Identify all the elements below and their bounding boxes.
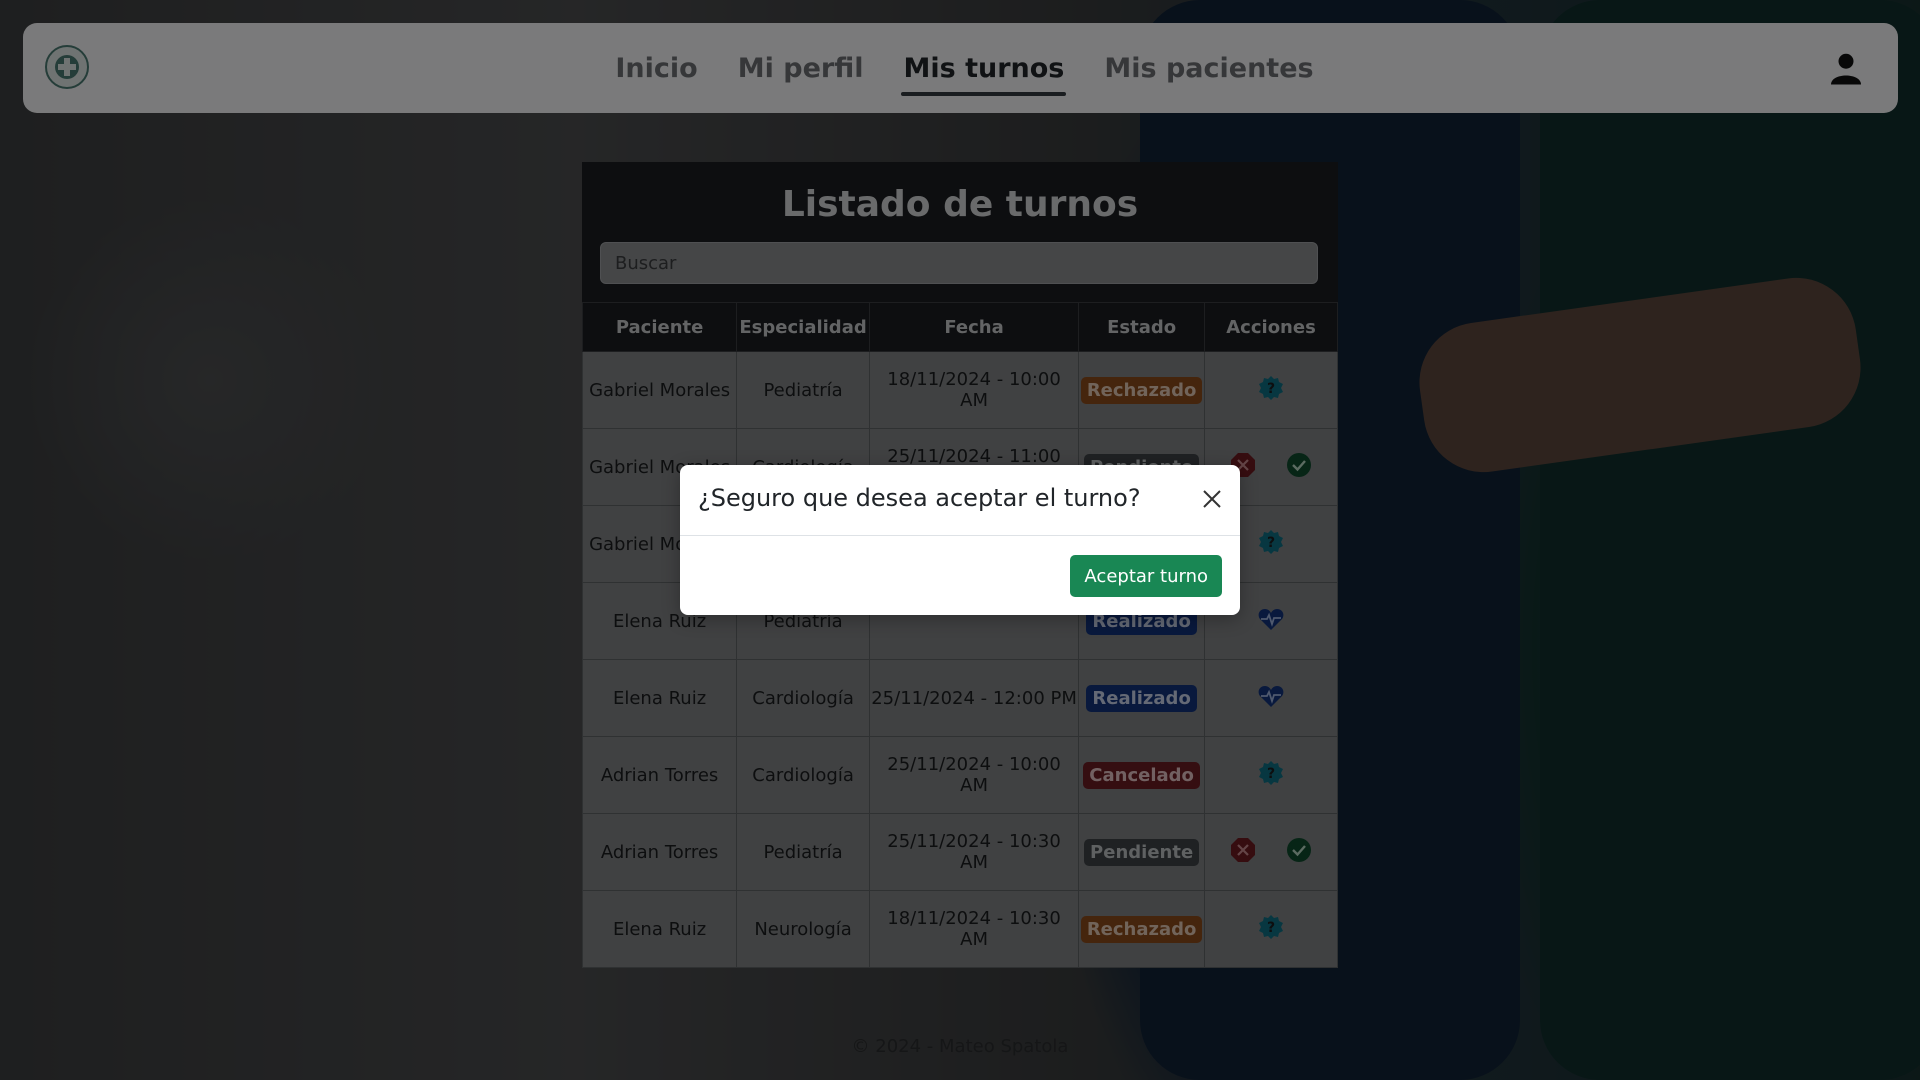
confirm-modal: ¿Seguro que desea aceptar el turno? Acep…	[680, 465, 1240, 615]
close-icon[interactable]	[1200, 487, 1224, 511]
accept-turno-button[interactable]: Aceptar turno	[1070, 555, 1222, 597]
modal-divider	[680, 535, 1240, 536]
modal-title: ¿Seguro que desea aceptar el turno?	[698, 484, 1141, 512]
